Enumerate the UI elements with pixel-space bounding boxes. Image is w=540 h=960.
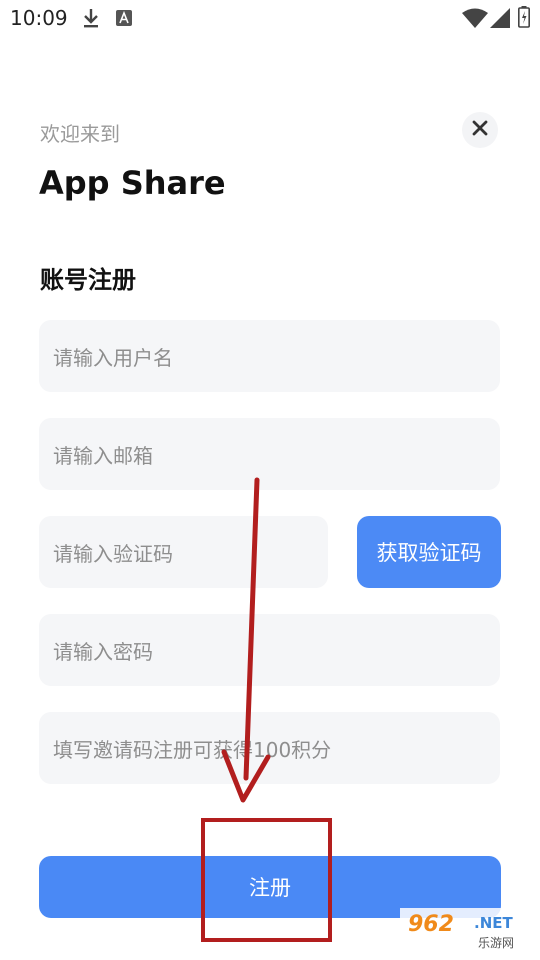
status-time: 10:09 — [10, 6, 68, 30]
get-code-button[interactable]: 获取验证码 — [357, 516, 501, 588]
invite-placeholder: 填写邀请码注册可获得100积分 — [53, 737, 332, 762]
code-placeholder: 请输入验证码 — [53, 541, 173, 566]
watermark-domain: .NET — [474, 914, 513, 932]
watermark-subtitle: 乐游网 — [478, 936, 515, 950]
email-input[interactable]: 请输入邮箱 — [39, 418, 500, 490]
watermark-brand: 962 — [408, 912, 454, 937]
form-title: 账号注册 — [40, 266, 136, 294]
password-placeholder: 请输入密码 — [53, 639, 153, 664]
app-title: App Share — [39, 164, 226, 202]
password-input[interactable]: 请输入密码 — [39, 614, 500, 686]
annotation-highlight-box — [201, 818, 332, 942]
watermark-logo: 962 .NET 乐游网 — [400, 908, 532, 956]
invite-code-input[interactable]: 填写邀请码注册可获得100积分 — [39, 712, 500, 784]
welcome-text: 欢迎来到 — [40, 122, 120, 146]
email-placeholder: 请输入邮箱 — [53, 443, 153, 468]
download-icon — [82, 7, 100, 33]
battery-icon — [518, 6, 530, 32]
close-icon — [472, 120, 488, 140]
cell-signal-icon — [490, 8, 510, 32]
app-notification-icon — [116, 10, 132, 30]
username-placeholder: 请输入用户名 — [53, 345, 173, 370]
status-bar: 10:09 — [0, 0, 540, 36]
username-input[interactable]: 请输入用户名 — [39, 320, 500, 392]
verification-code-input[interactable]: 请输入验证码 — [39, 516, 328, 588]
close-button[interactable] — [462, 112, 498, 148]
wifi-icon — [462, 8, 488, 32]
